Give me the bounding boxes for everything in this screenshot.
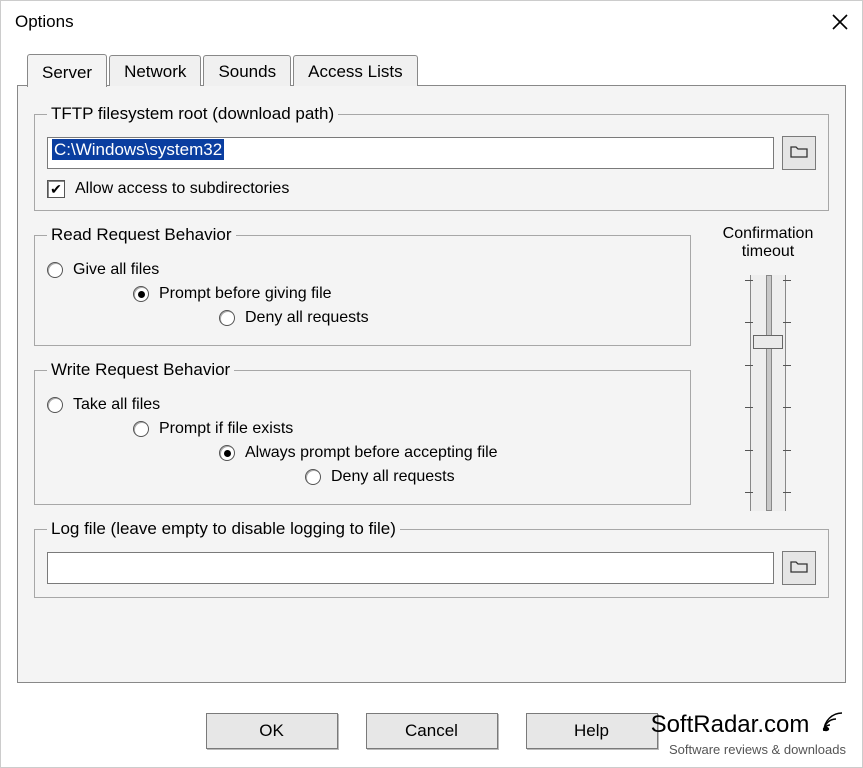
browse-log-button[interactable]	[782, 551, 816, 585]
group-filesystem-root: TFTP filesystem root (download path) C:\…	[34, 104, 829, 211]
cancel-button[interactable]: Cancel	[366, 713, 498, 749]
close-icon[interactable]	[830, 12, 850, 32]
download-path-input[interactable]: C:\Windows\system32	[47, 137, 774, 169]
read-option-prompt[interactable]: Prompt before giving file	[47, 285, 678, 303]
radio-icon	[305, 469, 321, 485]
radio-icon	[219, 310, 235, 326]
confirmation-timeout-group: Confirmation timeout	[707, 225, 829, 519]
titlebar: Options	[1, 1, 862, 43]
radio-icon	[219, 445, 235, 461]
tab-sounds[interactable]: Sounds	[203, 55, 291, 86]
group-log-file: Log file (leave empty to disable logging…	[34, 519, 829, 598]
log-file-input[interactable]	[47, 552, 774, 584]
ok-button[interactable]: OK	[206, 713, 338, 749]
read-option-give-all[interactable]: Give all files	[47, 261, 678, 279]
write-option-label: Take all files	[73, 396, 160, 414]
write-option-label: Deny all requests	[331, 468, 455, 486]
read-option-label: Prompt before giving file	[159, 285, 332, 303]
write-option-prompt-exists[interactable]: Prompt if file exists	[47, 420, 678, 438]
read-option-deny[interactable]: Deny all requests	[47, 309, 678, 327]
read-behavior-legend: Read Request Behavior	[47, 225, 236, 245]
slider-thumb[interactable]	[753, 335, 783, 349]
confirmation-label: Confirmation	[707, 225, 829, 243]
group-read-behavior: Read Request Behavior Give all files Pro…	[34, 225, 691, 346]
write-option-label: Always prompt before accepting file	[245, 444, 498, 462]
browse-path-button[interactable]	[782, 136, 816, 170]
folder-icon	[790, 559, 808, 578]
tab-network[interactable]: Network	[109, 55, 201, 86]
tab-strip: Server Network Sounds Access Lists	[27, 53, 846, 86]
filesystem-root-legend: TFTP filesystem root (download path)	[47, 104, 338, 124]
download-path-value: C:\Windows\system32	[52, 139, 224, 160]
read-option-label: Deny all requests	[245, 309, 369, 327]
tab-panel-server: TFTP filesystem root (download path) C:\…	[17, 85, 846, 683]
radio-icon	[133, 421, 149, 437]
write-option-deny[interactable]: Deny all requests	[47, 468, 678, 486]
read-option-label: Give all files	[73, 261, 159, 279]
options-dialog: Options Server Network Sounds Access Lis…	[0, 0, 863, 768]
radio-icon	[47, 397, 63, 413]
allow-subdirs-label: Allow access to subdirectories	[75, 180, 289, 198]
log-file-legend: Log file (leave empty to disable logging…	[47, 519, 400, 539]
dialog-button-row: OK Cancel Help	[1, 713, 862, 749]
radio-icon	[133, 286, 149, 302]
write-option-take-all[interactable]: Take all files	[47, 396, 678, 414]
tab-access-lists[interactable]: Access Lists	[293, 55, 417, 86]
radio-icon	[47, 262, 63, 278]
write-option-label: Prompt if file exists	[159, 420, 293, 438]
tab-server[interactable]: Server	[27, 54, 107, 87]
confirmation-label-2: timeout	[707, 243, 829, 261]
allow-subdirs-checkbox[interactable]: ✔	[47, 180, 65, 198]
confirmation-timeout-slider[interactable]	[750, 275, 786, 511]
folder-icon	[790, 144, 808, 163]
help-button[interactable]: Help	[526, 713, 658, 749]
check-icon: ✔	[50, 182, 62, 196]
window-title: Options	[15, 12, 74, 32]
group-write-behavior: Write Request Behavior Take all files Pr…	[34, 360, 691, 505]
write-behavior-legend: Write Request Behavior	[47, 360, 234, 380]
write-option-always-prompt[interactable]: Always prompt before accepting file	[47, 444, 678, 462]
